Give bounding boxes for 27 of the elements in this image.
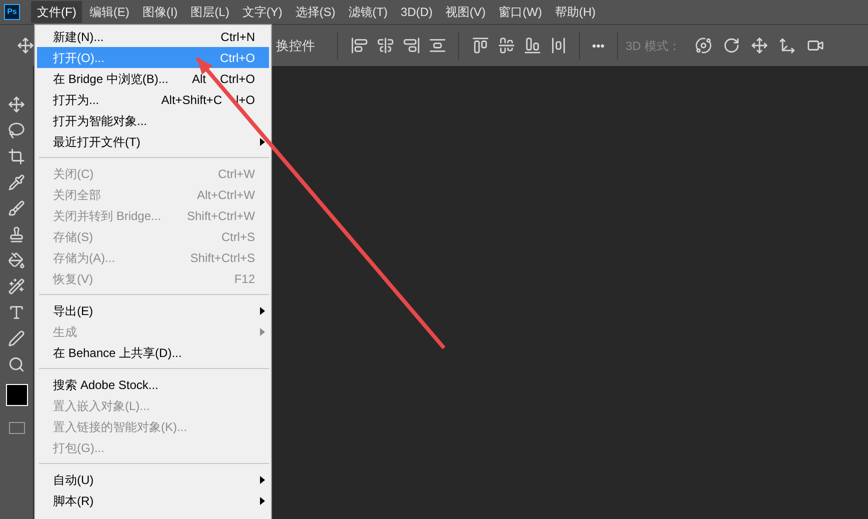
more-button[interactable]: ••• <box>588 36 609 54</box>
menu-item[interactable]: 最近打开文件(T) <box>37 131 269 152</box>
menu-bar-item[interactable]: 文字(Y) <box>236 1 288 23</box>
menu-bar-item[interactable]: 帮助(H) <box>548 1 602 23</box>
menu-bar-item[interactable]: 3D(D) <box>394 1 439 23</box>
menu-bar-item[interactable]: 滤镜(T) <box>342 1 394 23</box>
quick-mask-icon[interactable] <box>8 422 24 434</box>
menu-item[interactable]: 打开(O)... Ctrl+O <box>37 47 269 68</box>
menu-bar-item[interactable]: 图像(I) <box>136 1 184 23</box>
foreground-color-swatch[interactable] <box>6 384 28 406</box>
app-logo: Ps <box>4 4 20 20</box>
menu-item[interactable]: 打开为智能对象... <box>37 110 269 131</box>
menu-item[interactable]: 打开为... Alt+Shift+C l+O <box>37 89 269 110</box>
menu-bar-item[interactable]: 图层(L) <box>184 1 236 23</box>
menu-bar-item[interactable]: 选择(S) <box>289 1 342 23</box>
menu-item[interactable]: 在 Bridge 中浏览(B)... Alt Ctrl+O <box>37 68 269 89</box>
menu-item[interactable]: 搜索 Adobe Stock... <box>37 374 269 395</box>
menu-item[interactable]: 自动(U) <box>37 469 269 490</box>
menu-bar-item[interactable]: 窗口(W) <box>492 1 548 23</box>
options-label: 换控件 <box>276 36 315 55</box>
menu-item[interactable]: 新建(N)... Ctrl+N <box>37 26 269 47</box>
menu-item[interactable]: 脚本(R) <box>37 490 269 511</box>
menu-bar-item[interactable]: 编辑(E) <box>83 1 136 23</box>
menu-item[interactable]: 在 Behance 上共享(D)... <box>37 342 269 363</box>
menu-bar-item[interactable]: 文件(F) <box>31 1 82 23</box>
menu-bar-item[interactable]: 视图(V) <box>440 1 492 23</box>
menu-item[interactable]: 导出(E) <box>37 300 269 321</box>
